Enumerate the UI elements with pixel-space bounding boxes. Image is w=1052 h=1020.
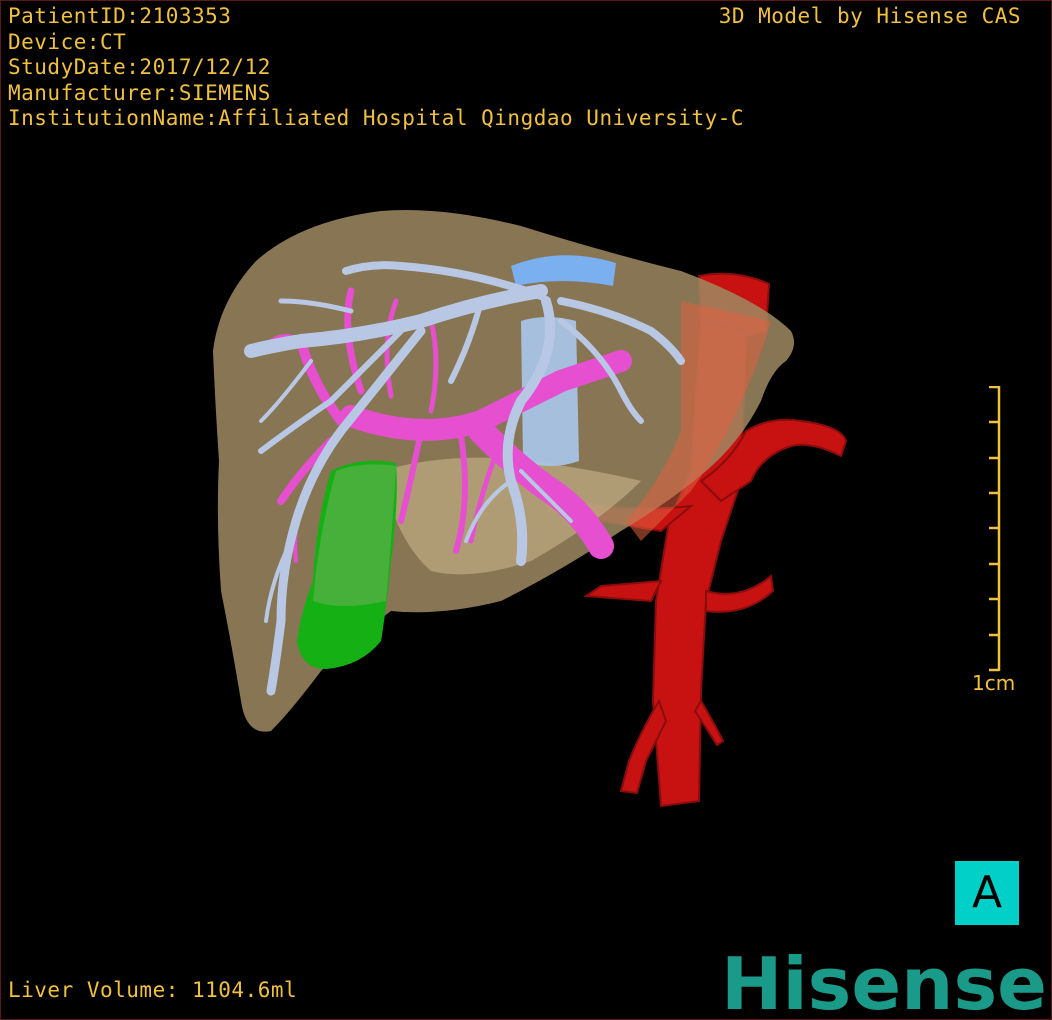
liver-3d-model[interactable] <box>1 1 1051 1019</box>
svg-text:Hisense: Hisense <box>721 942 1047 1019</box>
device: Device:CT <box>8 29 127 54</box>
scale-label: 1cm <box>972 671 1016 695</box>
orientation-indicator[interactable]: A <box>955 861 1019 925</box>
model-credit: 3D Model by Hisense CAS <box>718 4 1021 28</box>
scale-bar <box>989 386 1001 672</box>
3d-viewport[interactable]: PatientID:2103353 Device:CT StudyDate:20… <box>0 0 1052 1020</box>
dicom-metadata: PatientID:2103353 Device:CT StudyDate:20… <box>8 4 744 132</box>
institution-name: InstitutionName:Affiliated Hospital Qing… <box>8 106 745 130</box>
hisense-logo: Hisense <box>721 942 1047 1019</box>
manufacturer: Manufacturer:SIEMENS <box>8 80 271 105</box>
patient-id: PatientID:2103353 <box>8 4 232 28</box>
liver-volume: Liver Volume: 1104.6ml <box>8 978 298 1002</box>
study-date: StudyDate:2017/12/12 <box>8 55 271 79</box>
